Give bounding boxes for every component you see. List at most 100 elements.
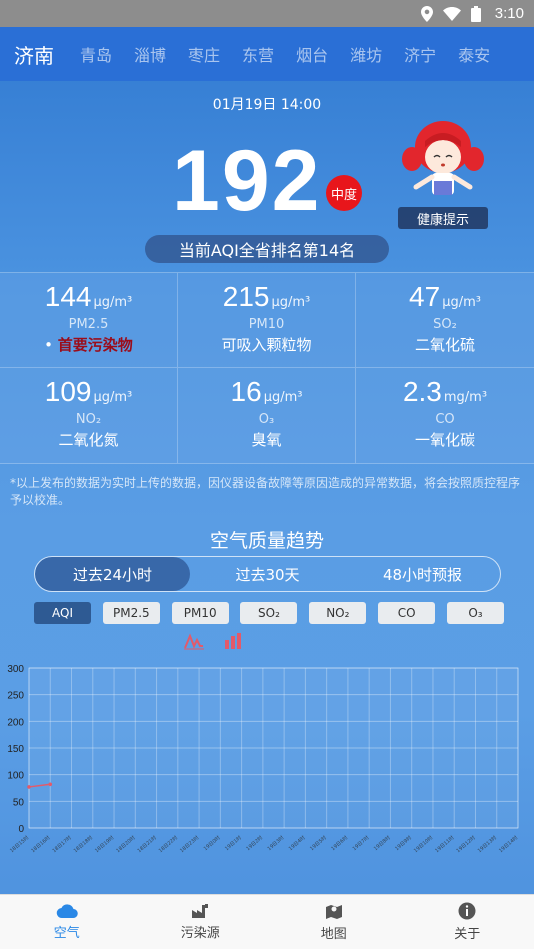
x-tick-label: 19日7时	[351, 834, 370, 852]
pollutant-desc: 二氧化氮	[58, 431, 119, 449]
city-tab-zibo[interactable]: 淄博	[134, 42, 166, 66]
metric-pm25-button[interactable]: PM2.5	[102, 602, 160, 624]
pollutant-name: PM10	[248, 317, 285, 332]
metric-pm10-button[interactable]: PM10	[171, 602, 229, 624]
city-tab-jinan[interactable]: 济南	[14, 40, 54, 69]
x-tick-label: 19日6时	[330, 834, 349, 852]
pollutant-desc: 臭氧	[251, 431, 282, 449]
y-tick-label: 150	[7, 744, 24, 755]
pollutant-grid: 144μg/m³ PM2.5 首要污染物 215μg/m³ PM10 可吸入颗粒…	[0, 272, 534, 464]
x-tick-label: 19日2时	[245, 834, 264, 852]
metric-so2-button[interactable]: SO₂	[240, 602, 298, 624]
battery-icon	[470, 5, 481, 22]
pollutant-unit: μg/m³	[271, 295, 311, 310]
aqi-level-badge: 中度	[326, 175, 362, 211]
pollutant-unit: μg/m³	[93, 390, 133, 405]
pollutant-card-co: 2.3 mg/m³ CO 一氧化碳	[356, 368, 534, 463]
province-rank: 当前AQI全省排名第14名	[145, 235, 389, 263]
status-bar: 3:10	[0, 0, 534, 27]
aqi-data-point	[48, 782, 53, 787]
metric-selector: AQI PM2.5 PM10 SO₂ NO₂ CO O₃	[34, 602, 504, 624]
pollutant-name: O₃	[258, 412, 275, 427]
nav-label: 污染源	[180, 926, 220, 941]
x-tick-label: 18日17时	[51, 834, 73, 854]
y-tick-label: 50	[13, 797, 25, 808]
y-tick-label: 100	[7, 771, 24, 782]
pollutant-card-pm25: 144μg/m³ PM2.5 首要污染物	[0, 273, 178, 368]
city-tab-qingdao[interactable]: 青岛	[80, 42, 112, 66]
x-tick-label: 18日23时	[178, 834, 200, 854]
x-tick-label: 18日16时	[30, 834, 52, 854]
pollutant-value: 2.3	[402, 376, 442, 407]
metric-co-button[interactable]: CO	[378, 602, 436, 624]
pollutant-desc: 二氧化硫	[414, 336, 475, 354]
trend-tabs: 过去24小时 过去30天 48小时预报	[34, 556, 501, 592]
pollutant-desc: 可吸入颗粒物	[221, 336, 312, 354]
pollutant-card-so2: 47 μg/m³ SO₂ 二氧化硫	[356, 273, 534, 368]
metric-aqi-button[interactable]: AQI	[34, 602, 91, 624]
pollutant-card-o3: 16 μg/m³ O₃ 臭氧	[178, 368, 356, 463]
city-tab-bar[interactable]: 济南 青岛 淄博 枣庄 东营 烟台 潍坊 济宁 泰安	[0, 27, 534, 81]
bottom-nav: 空气 污染源 地图 关于	[0, 894, 534, 949]
city-tab-yantai[interactable]: 烟台	[296, 42, 328, 66]
x-tick-label: 19日8时	[372, 834, 391, 852]
factory-icon	[192, 904, 209, 918]
pollutant-name: CO	[435, 412, 455, 427]
pollutant-value: 16	[230, 376, 262, 407]
y-tick-label: 250	[7, 691, 24, 702]
tab-past-30d[interactable]: 过去30天	[190, 557, 345, 591]
x-tick-label: 19日11时	[434, 834, 456, 854]
tab-past-24h[interactable]: 过去24小时	[35, 557, 190, 591]
data-disclaimer: *以上发布的数据为实时上传的数据，因仪器设备故障等原因造成的异常数据，将会按照质…	[10, 476, 521, 507]
city-tab-zaozhuang[interactable]: 枣庄	[188, 42, 220, 66]
x-tick-label: 19日4时	[287, 834, 306, 852]
aqi-data-point	[27, 785, 31, 789]
mascot-icon[interactable]	[398, 115, 488, 205]
pollutant-card-no2: 109 μg/m³ NO₂ 二氧化氮	[0, 368, 178, 463]
x-tick-label: 19日0时	[202, 834, 221, 852]
aqi-trend-chart: 05010015020025030018日15时 18日16时 18日17时 18日1…	[7, 664, 519, 854]
x-tick-label: 18日20时	[115, 834, 137, 854]
pollutant-name: SO₂	[433, 317, 457, 332]
pollutant-unit: mg/m³	[443, 390, 488, 405]
metric-o3-button[interactable]: O₃	[446, 602, 504, 624]
pollutant-unit: μg/m³	[442, 295, 481, 310]
trend-title: 空气质量趋势	[209, 530, 324, 552]
info-icon	[458, 902, 476, 920]
y-tick-label: 300	[7, 664, 24, 675]
nav-pollution-source[interactable]: 污染源	[134, 895, 268, 949]
city-tab-taian[interactable]: 泰安	[458, 42, 490, 66]
x-tick-label: 18日22时	[157, 834, 179, 854]
pollutant-name: PM2.5	[68, 317, 109, 332]
pollutant-value: 109	[44, 376, 92, 407]
pollutant-unit: μg/m³	[93, 295, 133, 310]
x-tick-label: 19日5时	[308, 834, 327, 852]
primary-pollutant-label: 首要污染物	[44, 334, 133, 355]
nav-label: 地图	[320, 927, 347, 942]
pollutant-card-pm10: 215 μg/m³ PM10 可吸入颗粒物	[178, 273, 356, 368]
bar-chart-icon[interactable]	[224, 632, 244, 650]
nav-map[interactable]: 地图	[267, 895, 401, 949]
x-tick-label: 18日19时	[93, 834, 115, 854]
x-tick-label: 19日1时	[223, 834, 242, 852]
line-chart-icon[interactable]	[184, 632, 204, 650]
x-tick-label: 18日21时	[136, 834, 158, 854]
tab-forecast-48h[interactable]: 48小时预报	[345, 557, 500, 591]
city-tab-weifang[interactable]: 潍坊	[350, 42, 382, 66]
cloud-icon	[56, 904, 78, 919]
city-tab-dongying[interactable]: 东营	[242, 42, 274, 66]
health-tip-button[interactable]: 健康提示	[398, 207, 488, 229]
wifi-icon	[442, 6, 461, 21]
pollutant-value: 215	[222, 281, 270, 312]
x-tick-label: 18日18时	[72, 834, 94, 854]
nav-about[interactable]: 关于	[401, 895, 534, 949]
pollutant-desc: 一氧化碳	[414, 431, 475, 449]
x-tick-label: 19日3时	[266, 834, 285, 852]
metric-no2-button[interactable]: NO₂	[309, 602, 367, 624]
x-tick-label: 19日12时	[455, 834, 477, 854]
nav-label: 关于	[454, 927, 481, 942]
nav-air[interactable]: 空气	[0, 895, 134, 949]
city-tab-jining[interactable]: 济宁	[404, 42, 436, 66]
pollutant-value: 144	[44, 281, 92, 312]
x-tick-label: 18日15时	[8, 834, 30, 854]
